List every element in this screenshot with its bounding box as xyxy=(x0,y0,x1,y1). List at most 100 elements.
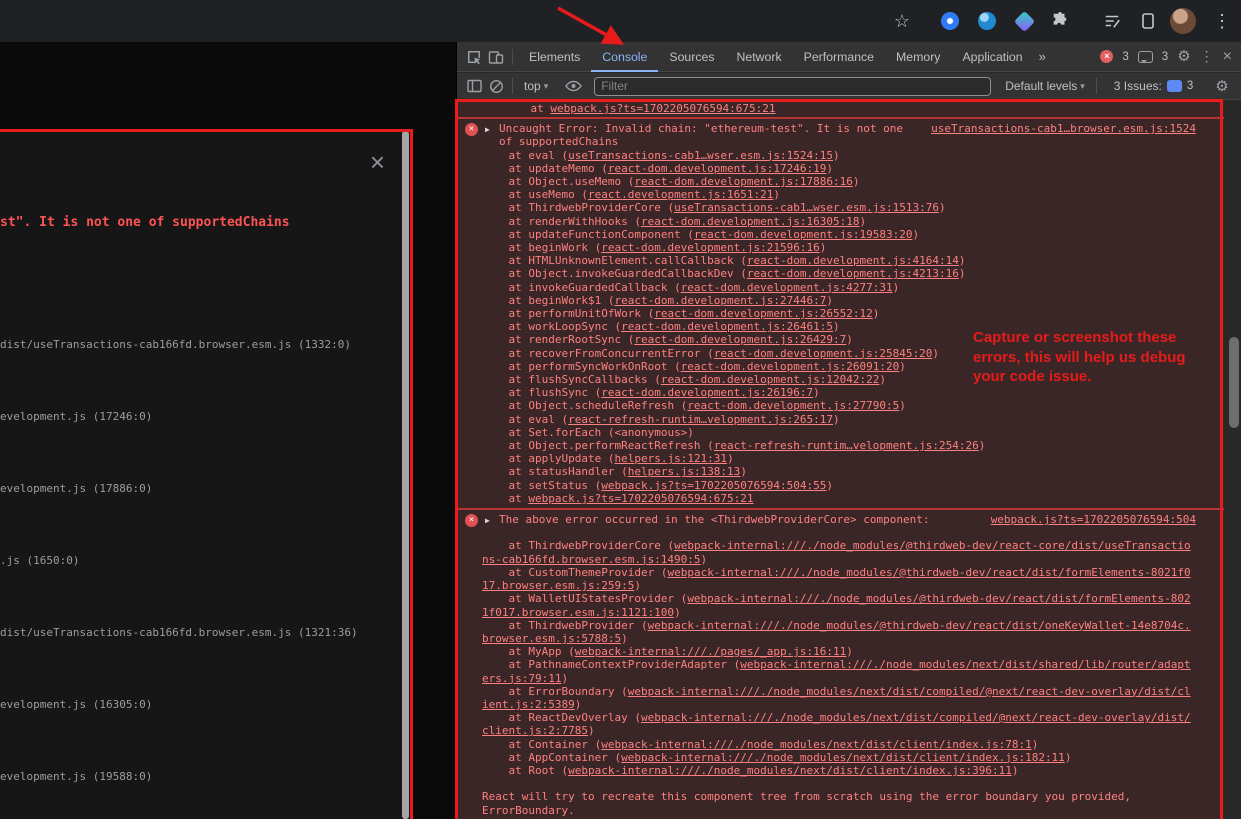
overlay-scrollbar[interactable] xyxy=(402,131,409,819)
overlay-stack-frame: .js (1650:0) xyxy=(0,554,397,568)
console-sidebar-icon[interactable] xyxy=(463,75,485,97)
tab-console[interactable]: Console xyxy=(591,42,658,72)
reading-list-icon[interactable] xyxy=(1100,0,1124,42)
console-output: at webpack.js?ts=1702205076594:675:21 × … xyxy=(457,100,1241,819)
tab-device-icon[interactable] xyxy=(1136,0,1160,42)
overlay-frames: dist/useTransactions-cab166fd.browser.es… xyxy=(0,338,397,819)
source-link[interactable]: react-dom.development.js:27790:5 xyxy=(687,399,899,412)
expand-triangle-icon[interactable]: ▶ xyxy=(485,123,490,136)
stack-frame: at AppContainer (webpack-internal:///./n… xyxy=(482,751,1196,764)
settings-gear-icon[interactable]: ⚙ xyxy=(1177,49,1190,64)
bookmark-star-icon[interactable]: ☆ xyxy=(890,0,914,42)
source-link[interactable]: react-dom.development.js:27446:7 xyxy=(614,294,826,307)
stack-list: at webpack.js?ts=1702205076594:675:21 xyxy=(457,102,1196,115)
extension-icon-blue[interactable] xyxy=(938,0,962,42)
error-source-link[interactable]: webpack.js?ts=1702205076594:504 xyxy=(991,513,1196,526)
expand-triangle-icon[interactable]: ▶ xyxy=(485,514,490,527)
tab-memory[interactable]: Memory xyxy=(885,42,951,72)
levels-label: Default levels xyxy=(1005,79,1077,93)
source-link[interactable]: react-dom.development.js:19583:20 xyxy=(694,228,913,241)
source-link[interactable]: react-dom.development.js:25845:20 xyxy=(714,347,933,360)
source-link[interactable]: react-dom.development.js:4213:16 xyxy=(747,267,959,280)
source-link[interactable]: webpack-internal:///./pages/_app.js:16:1… xyxy=(575,645,847,658)
source-link[interactable]: react-dom.development.js:17246:19 xyxy=(608,162,827,175)
message-bubble-icon[interactable] xyxy=(1138,51,1153,63)
log-levels-selector[interactable]: Default levels ▾ xyxy=(999,79,1091,93)
source-link[interactable]: react-dom.development.js:26091:20 xyxy=(681,360,900,373)
error-source-link[interactable]: useTransactions-cab1…browser.esm.js:1524 xyxy=(931,122,1196,135)
source-link[interactable]: helpers.js:138:13 xyxy=(628,465,741,478)
error-circle-icon: × xyxy=(465,514,478,527)
issues-counter[interactable]: 3 Issues: 3 xyxy=(1114,79,1193,93)
tab-sources[interactable]: Sources xyxy=(658,42,725,72)
tab-performance[interactable]: Performance xyxy=(793,42,885,72)
console-error-previous-tail: at webpack.js?ts=1702205076594:675:21 xyxy=(457,100,1224,118)
issues-bubble-icon xyxy=(1167,80,1182,92)
inspect-element-icon[interactable] xyxy=(463,46,485,68)
console-settings-gear-icon[interactable]: ⚙ xyxy=(1211,75,1233,97)
stack-frame: at webpack.js?ts=1702205076594:675:21 xyxy=(482,492,1196,505)
stack-frame: at Object.useMemo (react-dom.development… xyxy=(482,175,1196,188)
clear-console-icon[interactable] xyxy=(485,75,507,97)
close-icon[interactable]: × xyxy=(370,149,385,175)
source-link[interactable]: webpack.js?ts=1702205076594:675:21 xyxy=(550,102,775,115)
source-link[interactable]: react-dom.development.js:26461:5 xyxy=(621,320,833,333)
source-link[interactable]: react-dom.development.js:21596:16 xyxy=(601,241,820,254)
source-link[interactable]: helpers.js:121:31 xyxy=(614,452,727,465)
device-toolbar-icon[interactable] xyxy=(485,46,507,68)
source-link[interactable]: useTransactions-cab1…wser.esm.js:1524:15 xyxy=(568,149,833,162)
source-link[interactable]: react-dom.development.js:16305:18 xyxy=(641,215,860,228)
source-link[interactable]: react-dom.development.js:4277:31 xyxy=(681,281,893,294)
issues-label: 3 Issues: xyxy=(1114,79,1162,93)
tab-application[interactable]: Application xyxy=(951,42,1033,72)
scrollbar-thumb[interactable] xyxy=(1229,337,1239,428)
error-count-icon[interactable]: × xyxy=(1100,50,1113,63)
console-error-1: × ▶ useTransactions-cab1…browser.esm.js:… xyxy=(457,118,1224,509)
extensions-puzzle-icon[interactable] xyxy=(1048,0,1072,42)
source-link[interactable]: webpack.js?ts=1702205076594:504:55 xyxy=(601,479,826,492)
gear-glyph: ⚙ xyxy=(1215,79,1228,94)
more-tabs-button[interactable]: » xyxy=(1034,49,1051,64)
puzzle-glyph xyxy=(1051,12,1069,30)
stack-frame: at ErrorBoundary (webpack-internal:///./… xyxy=(482,685,1196,711)
source-link[interactable]: react-dom.development.js:17886:16 xyxy=(634,175,853,188)
source-link[interactable]: react-dom.development.js:26552:12 xyxy=(654,307,873,320)
source-link[interactable]: webpack-internal:///./node_modules/next/… xyxy=(568,764,1012,777)
source-link[interactable]: webpack.js?ts=1702205076594:675:21 xyxy=(528,492,753,505)
device-glyph xyxy=(1140,12,1156,30)
source-link[interactable]: react-refresh-runtim…velopment.js:254:26 xyxy=(714,439,979,452)
tab-elements[interactable]: Elements xyxy=(518,42,591,72)
live-expression-eye-icon[interactable] xyxy=(562,75,584,97)
stack-frame: at Root (webpack-internal:///./node_modu… xyxy=(482,764,1196,777)
source-link[interactable]: react-dom.development.js:4164:14 xyxy=(747,254,959,267)
extension-icon-gem[interactable] xyxy=(1012,0,1036,42)
browser-menu-icon[interactable]: ⋮ xyxy=(1212,0,1232,42)
source-link[interactable]: useTransactions-cab1…wser.esm.js:1513:76 xyxy=(674,201,939,214)
source-link[interactable]: react-dom.development.js:12042:22 xyxy=(661,373,880,386)
divider xyxy=(1096,78,1097,94)
source-link[interactable]: react.development.js:1651:21 xyxy=(588,188,773,201)
error-count[interactable]: 3 xyxy=(1122,51,1128,63)
source-link[interactable]: webpack-internal:///./node_modules/next/… xyxy=(601,738,1031,751)
stack-frame: at HTMLUnknownElement.callCallback (reac… xyxy=(482,254,1196,267)
source-link[interactable]: react-dom.development.js:26429:7 xyxy=(634,333,846,346)
context-selector[interactable]: top ▾ xyxy=(518,79,554,93)
error-message: The above error occurred in the <Thirdwe… xyxy=(499,513,929,526)
overlay-stack-frame: dist/useTransactions-cab166fd.browser.es… xyxy=(0,626,397,640)
message-count[interactable]: 3 xyxy=(1162,51,1168,63)
overlay-stack-frame: evelopment.js (19588:0) xyxy=(0,770,397,784)
devtools-close-icon[interactable]: × xyxy=(1223,48,1232,66)
stack-frame: at flushSync (react-dom.development.js:2… xyxy=(482,386,1196,399)
tab-network[interactable]: Network xyxy=(726,42,793,72)
source-link[interactable]: react-refresh-runtim…velopment.js:265:17 xyxy=(568,413,833,426)
stack-frame: at WalletUIStatesProvider (webpack-inter… xyxy=(482,592,1196,618)
source-link[interactable]: react-dom.development.js:26196:7 xyxy=(601,386,813,399)
profile-avatar[interactable] xyxy=(1170,0,1196,42)
extension-icon-globe[interactable] xyxy=(975,0,999,42)
stack-frame: at flushSyncCallbacks (react-dom.develop… xyxy=(482,373,1196,386)
source-link[interactable]: webpack-internal:///./node_modules/next/… xyxy=(621,751,1065,764)
console-filter-input[interactable] xyxy=(594,77,991,96)
devtools-menu-icon[interactable]: ⋮ xyxy=(1200,48,1214,65)
lines-slash-glyph xyxy=(1103,12,1121,30)
console-scrollbar[interactable] xyxy=(1229,100,1239,819)
